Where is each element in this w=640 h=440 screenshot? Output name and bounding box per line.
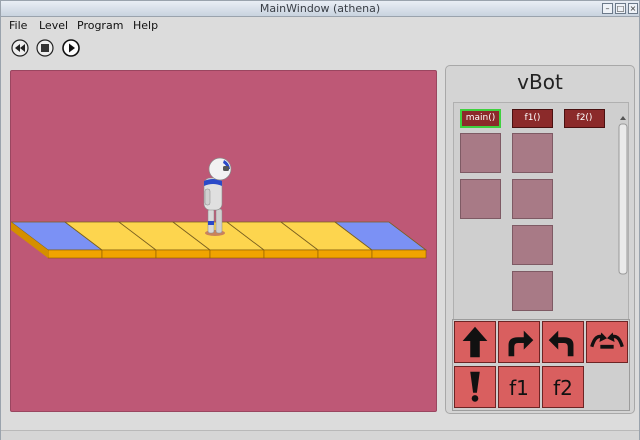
turn-left-icon (548, 330, 574, 357)
instruction-slot[interactable] (512, 271, 553, 311)
menu-program[interactable]: Program (77, 19, 123, 32)
floor-tile-edge (371, 249, 427, 259)
status-bar (1, 430, 639, 440)
command-palette: f1 f2 (452, 319, 630, 411)
jump-button[interactable] (586, 321, 628, 363)
call-f2-button[interactable]: f2 (542, 366, 584, 408)
menu-level[interactable]: Level (39, 19, 68, 32)
light-button[interactable] (454, 366, 496, 408)
app-title: vBot (517, 70, 563, 94)
maximize-button[interactable]: □ (615, 3, 626, 14)
instruction-slot[interactable] (460, 133, 501, 173)
program-scrollbar[interactable] (618, 114, 628, 346)
turn-right-icon (508, 330, 534, 357)
title-bar: MainWindow (athena) – □ × (1, 1, 639, 17)
toolbar (1, 37, 639, 59)
call-f1-button[interactable]: f1 (498, 366, 540, 408)
instruction-slot[interactable] (512, 133, 553, 173)
instruction-slot[interactable] (512, 179, 553, 219)
level-view (11, 157, 428, 259)
function-tab-f2[interactable]: f2() (564, 109, 605, 128)
main-window: MainWindow (athena) – □ × File Level Pro… (0, 0, 640, 440)
up-arrow-icon (462, 326, 488, 358)
floor-tile-edge (47, 249, 103, 259)
turn-left-button[interactable] (542, 321, 584, 363)
turn-right-button[interactable] (498, 321, 540, 363)
floor-tile-edge (101, 249, 157, 259)
menu-help[interactable]: Help (133, 19, 158, 32)
menu-bar: File Level Program Help (1, 18, 639, 36)
window-title: MainWindow (athena) (259, 2, 381, 15)
menu-file[interactable]: File (9, 19, 27, 32)
function-tab-f1[interactable]: f1() (512, 109, 553, 128)
program-area: main() f1() f2() (453, 102, 629, 348)
floor-tile-edge (317, 249, 373, 259)
close-button[interactable]: × (628, 3, 638, 14)
instruction-slot[interactable] (512, 225, 553, 265)
game-scene (10, 70, 437, 412)
command-label: f2 (553, 376, 573, 400)
floor-tile-edge (209, 249, 265, 259)
exclamation-icon (470, 371, 480, 402)
instruction-slot[interactable] (460, 179, 501, 219)
side-panel: vBot main() f1() f2() f1 f2 (445, 65, 635, 414)
floor-tile-edge (155, 249, 211, 259)
floor-tile-edge (263, 249, 319, 259)
command-label: f1 (509, 376, 529, 400)
forward-button[interactable] (454, 321, 496, 363)
function-tab-main[interactable]: main() (460, 109, 501, 128)
minimize-button[interactable]: – (602, 3, 613, 14)
play-icon[interactable] (62, 39, 80, 57)
rewind-icon[interactable] (11, 39, 29, 57)
stop-icon[interactable] (36, 39, 54, 57)
jump-icon (590, 332, 624, 349)
